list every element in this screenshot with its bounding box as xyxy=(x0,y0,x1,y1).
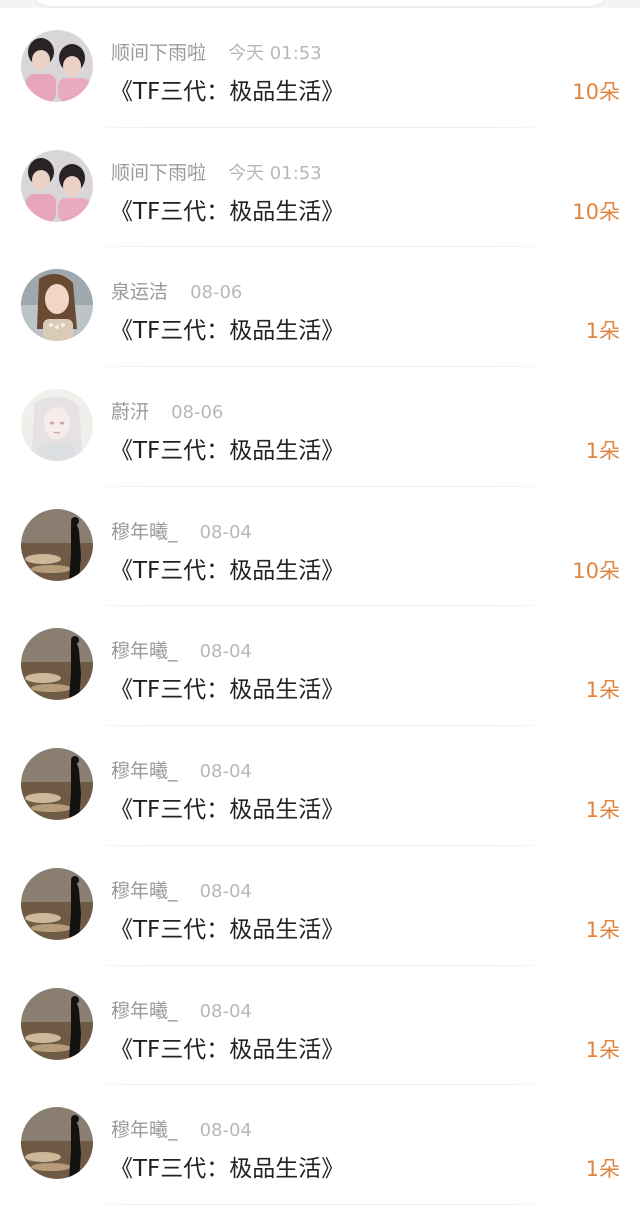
item-meta: 穆年曦_ 08-04 xyxy=(111,996,252,1023)
gift-amount: 1朵 xyxy=(585,678,620,703)
timestamp: 08-06 xyxy=(171,402,224,424)
avatar[interactable] xyxy=(21,1107,93,1180)
username[interactable]: 蔚汧 xyxy=(111,401,149,423)
timestamp: 08-04 xyxy=(199,880,252,902)
username[interactable]: 穆年曦_ xyxy=(111,1119,178,1141)
list-item[interactable]: 穆年曦_ 08-04 《TF三代：极品生活》 1朵 xyxy=(0,726,640,846)
list-item[interactable]: 蔚汧 08-06 《TF三代：极品生活》 1朵 xyxy=(0,367,640,487)
gift-amount: 10朵 xyxy=(572,80,620,104)
list-item[interactable]: 穆年曦_ 08-04 《TF三代：极品生活》 1朵 xyxy=(0,846,640,966)
gift-amount: 10朵 xyxy=(572,199,620,224)
item-meta: 泉运洁 08-06 xyxy=(111,277,242,304)
book-title[interactable]: 《TF三代：极品生活》 xyxy=(110,910,344,944)
avatar[interactable] xyxy=(21,30,93,102)
gift-amount: 1朵 xyxy=(585,1037,620,1062)
list-item[interactable]: 穆年曦_ 08-04 《TF三代：极品生活》 1朵 xyxy=(0,966,640,1086)
avatar[interactable] xyxy=(21,867,93,940)
gift-amount: 1朵 xyxy=(585,439,620,464)
timestamp: 今天 01:53 xyxy=(228,43,322,64)
username[interactable]: 穆年曦_ xyxy=(111,760,178,782)
book-title[interactable]: 《TF三代：极品生活》 xyxy=(110,311,344,345)
avatar[interactable] xyxy=(21,987,93,1060)
timestamp: 08-04 xyxy=(199,1120,252,1142)
gift-amount: 1朵 xyxy=(585,798,620,823)
avatar[interactable] xyxy=(21,269,93,342)
list-item[interactable]: 泉运洁 08-06 《TF三代：极品生活》 1朵 xyxy=(0,247,640,368)
username[interactable]: 顺间下雨啦 xyxy=(111,162,206,184)
username[interactable]: 穆年曦_ xyxy=(111,640,178,662)
book-title[interactable]: 《TF三代：极品生活》 xyxy=(110,1030,344,1064)
book-title[interactable]: 《TF三代：极品生活》 xyxy=(110,72,344,106)
avatar[interactable] xyxy=(21,628,93,701)
book-title[interactable]: 《TF三代：极品生活》 xyxy=(110,790,344,824)
list-item[interactable]: 顺间下雨啦 今天 01:53 《TF三代：极品生活》 10朵 xyxy=(0,8,640,128)
list-item[interactable]: 穆年曦_ 08-04 《TF三代：极品生活》 1朵 xyxy=(0,606,640,727)
item-meta: 蔚汧 08-06 xyxy=(111,397,223,424)
top-edge xyxy=(0,0,640,8)
item-meta: 穆年曦_ 08-04 xyxy=(111,876,252,903)
gift-amount: 1朵 xyxy=(585,1157,620,1182)
avatar[interactable] xyxy=(21,508,93,581)
book-title[interactable]: 《TF三代：极品生活》 xyxy=(110,431,344,465)
username[interactable]: 穆年曦_ xyxy=(111,521,178,543)
book-title[interactable]: 《TF三代：极品生活》 xyxy=(110,551,344,585)
avatar[interactable] xyxy=(21,149,93,222)
item-meta: 穆年曦_ 08-04 xyxy=(111,1115,252,1142)
timestamp: 08-04 xyxy=(199,1000,252,1022)
item-meta: 穆年曦_ 08-04 xyxy=(111,756,252,783)
item-meta: 穆年曦_ 08-04 xyxy=(111,636,252,663)
divider xyxy=(80,1203,560,1205)
timestamp: 08-04 xyxy=(199,521,252,543)
username[interactable]: 穆年曦_ xyxy=(111,880,178,902)
timestamp: 今天 01:53 xyxy=(228,162,322,184)
list-item[interactable]: 穆年曦_ 08-04 《TF三代：极品生活》 1朵 xyxy=(0,1085,640,1205)
book-title[interactable]: 《TF三代：极品生活》 xyxy=(110,670,344,704)
username[interactable]: 顺间下雨啦 xyxy=(111,42,206,64)
username[interactable]: 泉运洁 xyxy=(111,281,168,303)
username[interactable]: 穆年曦_ xyxy=(111,1000,178,1022)
item-meta: 穆年曦_ 08-04 xyxy=(111,517,252,544)
item-meta: 顺间下雨啦 今天 01:53 xyxy=(111,38,322,65)
gift-amount: 1朵 xyxy=(585,917,620,942)
gift-list: 顺间下雨啦 今天 01:53 《TF三代：极品生活》 10朵 顺间下雨啦 今天 … xyxy=(0,8,640,1205)
book-title[interactable]: 《TF三代：极品生活》 xyxy=(110,192,344,226)
item-meta: 顺间下雨啦 今天 01:53 xyxy=(111,158,322,185)
timestamp: 08-04 xyxy=(199,761,252,783)
avatar[interactable] xyxy=(21,748,93,821)
list-item[interactable]: 顺间下雨啦 今天 01:53 《TF三代：极品生活》 10朵 xyxy=(0,128,640,248)
gift-amount: 10朵 xyxy=(572,558,620,583)
gift-amount: 1朵 xyxy=(585,319,620,344)
timestamp: 08-04 xyxy=(199,641,252,663)
list-item[interactable]: 穆年曦_ 08-04 《TF三代：极品生活》 10朵 xyxy=(0,487,640,607)
avatar[interactable] xyxy=(21,389,93,462)
timestamp: 08-06 xyxy=(190,282,243,304)
book-title[interactable]: 《TF三代：极品生活》 xyxy=(110,1149,344,1183)
